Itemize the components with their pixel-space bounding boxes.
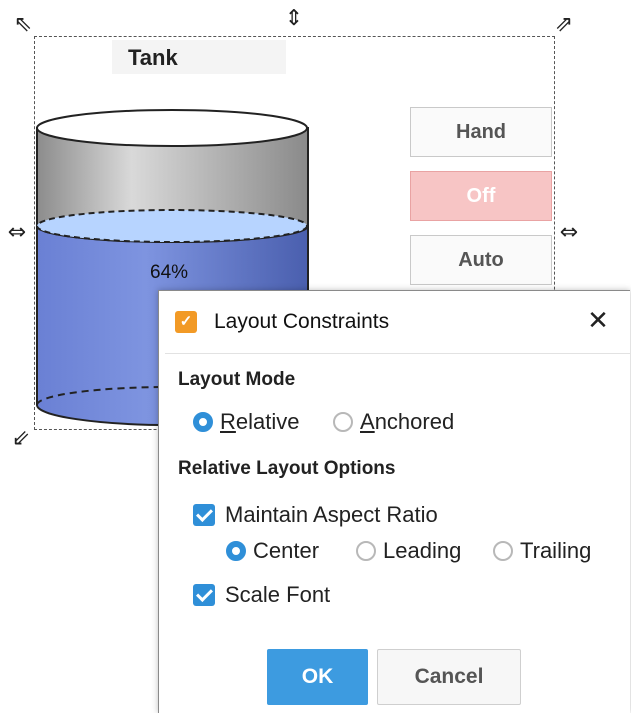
resize-horizontal-icon[interactable]: ⇔ — [4, 222, 30, 248]
radio-trailing[interactable]: Trailing — [493, 538, 591, 564]
radio-center[interactable]: Center — [226, 538, 319, 564]
title-divider — [165, 353, 630, 354]
radio-trailing-indicator[interactable] — [493, 541, 513, 561]
resize-diagonal-icon[interactable]: ⇖ — [10, 14, 36, 40]
scale-font-label: Scale Font — [225, 582, 331, 607]
maintain-aspect-checkbox[interactable]: Maintain Aspect Ratio — [193, 502, 438, 528]
radio-relative-indicator[interactable] — [193, 412, 213, 432]
resize-horizontal-icon[interactable]: ⇔ — [556, 222, 582, 248]
radio-relative-label: Relative — [220, 409, 300, 434]
layout-mode-heading: Layout Mode — [178, 369, 296, 390]
resize-diagonal-icon[interactable]: ⇗ — [551, 14, 577, 40]
layout-app-icon: ✓ — [175, 311, 197, 333]
cancel-button[interactable]: Cancel — [377, 649, 521, 705]
radio-leading-label: Leading — [383, 538, 462, 563]
ok-button[interactable]: OK — [267, 649, 368, 705]
radio-leading-indicator[interactable] — [356, 541, 376, 561]
radio-anchored-label: Anchored — [360, 409, 455, 434]
radio-trailing-label: Trailing — [520, 538, 592, 563]
radio-relative[interactable]: Relative — [193, 409, 299, 435]
scale-font-checkbox[interactable]: Scale Font — [193, 582, 330, 608]
radio-anchored-indicator[interactable] — [333, 412, 353, 432]
maintain-aspect-label: Maintain Aspect Ratio — [225, 502, 438, 527]
dialog-title-bar[interactable]: ✓ Layout Constraints ✕ — [159, 291, 630, 353]
resize-diagonal-icon[interactable]: ⇙ — [8, 428, 34, 454]
scale-font-check-indicator[interactable] — [193, 584, 215, 606]
maintain-aspect-check-indicator[interactable] — [193, 504, 215, 526]
layout-constraints-dialog: ✓ Layout Constraints ✕ Layout Mode Relat… — [158, 290, 630, 713]
radio-center-label: Center — [253, 538, 320, 563]
radio-center-indicator[interactable] — [226, 541, 246, 561]
radio-anchored[interactable]: Anchored — [333, 409, 454, 435]
dialog-title: Layout Constraints — [214, 310, 390, 333]
relative-options-heading: Relative Layout Options — [178, 458, 396, 479]
radio-leading[interactable]: Leading — [356, 538, 461, 564]
resize-vertical-icon[interactable]: ⇕ — [281, 8, 307, 34]
close-icon[interactable]: ✕ — [580, 303, 616, 339]
